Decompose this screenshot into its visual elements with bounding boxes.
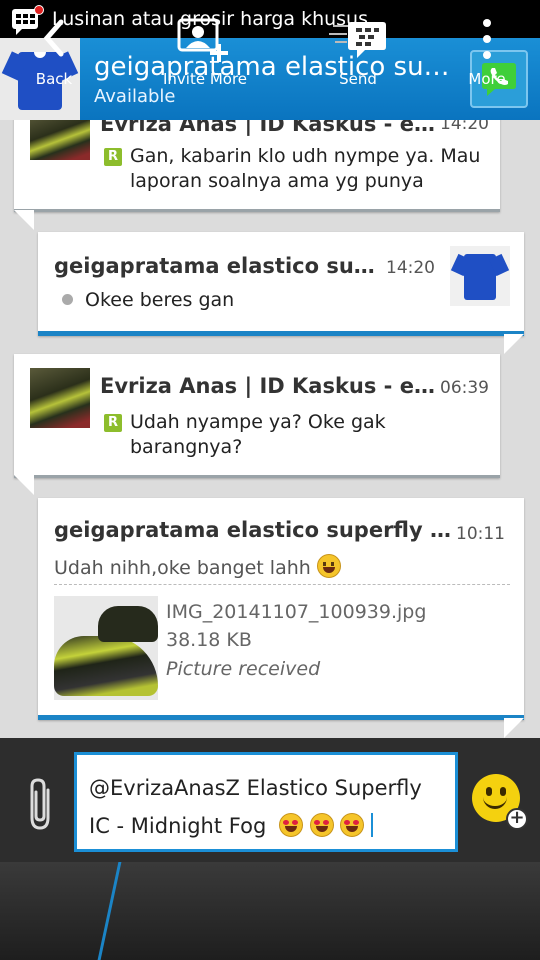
heart-eyes-emoji <box>278 813 303 837</box>
bubble-tail <box>14 475 34 495</box>
sender-avatar <box>30 368 90 428</box>
message-text: R Udah nyampe ya? Oke gak barangnya? <box>104 410 494 460</box>
bbm-send-icon <box>329 22 386 58</box>
file-name: IMG_20141107_100939.jpg <box>166 601 427 623</box>
send-button[interactable]: Send <box>304 0 412 98</box>
picture-thumbnail[interactable] <box>54 596 158 700</box>
message-time: 14:20 <box>386 258 435 278</box>
file-status: Picture received <box>166 658 321 680</box>
message-time: 14:20 <box>440 120 489 134</box>
paperclip-icon <box>30 778 50 830</box>
message-time: 10:11 <box>456 524 505 544</box>
invite-more-button[interactable]: Invite More <box>150 0 260 98</box>
message-input[interactable]: @EvrizaAnasZ Elastico Superfly IC - Midn… <box>74 752 458 852</box>
read-badge: R <box>104 148 122 166</box>
back-arrow-icon <box>43 19 64 57</box>
read-badge: R <box>104 414 122 432</box>
divider <box>54 584 510 585</box>
sender-avatar <box>30 120 90 160</box>
bubble-tail <box>14 210 34 230</box>
more-vertical-icon <box>483 19 491 59</box>
action-bar <box>0 862 540 960</box>
bubble-tail <box>504 718 524 738</box>
sender-name: geigapratama elastico sup… <box>54 254 384 278</box>
bubble-tail <box>504 334 524 354</box>
message-text: Okee beres gan <box>62 288 234 313</box>
attach-button[interactable] <box>26 776 56 836</box>
add-icon: + <box>506 808 528 830</box>
grinning-emoji <box>316 554 341 578</box>
heart-eyes-emoji <box>340 813 365 837</box>
heart-eyes-emoji <box>309 813 334 837</box>
sender-name: Evriza Anas | ID Kaskus - ev… <box>100 120 440 136</box>
add-contact-icon <box>177 18 228 62</box>
back-button[interactable]: Back <box>0 0 108 98</box>
sender-avatar <box>450 246 510 306</box>
message-text: R Gan, kabarin klo udh nympe ya. Mau lapo… <box>104 144 494 194</box>
message-time: 06:39 <box>440 378 489 398</box>
file-size: 38.18 KB <box>166 629 252 651</box>
chat-area[interactable]: Evriza Anas | ID Kaskus - ev… 14:20 R Gan… <box>0 120 540 738</box>
sender-name: Evriza Anas | ID Kaskus - ev… <box>100 374 438 398</box>
more-button[interactable]: More <box>434 0 540 98</box>
message-text: Udah nihh,oke banget lahh <box>54 554 341 581</box>
text-caret <box>371 813 374 837</box>
delivered-indicator <box>62 294 73 305</box>
sender-name: geigapratama elastico superfly ic (4… <box>54 518 454 542</box>
emoticon-button[interactable]: + <box>472 774 528 830</box>
